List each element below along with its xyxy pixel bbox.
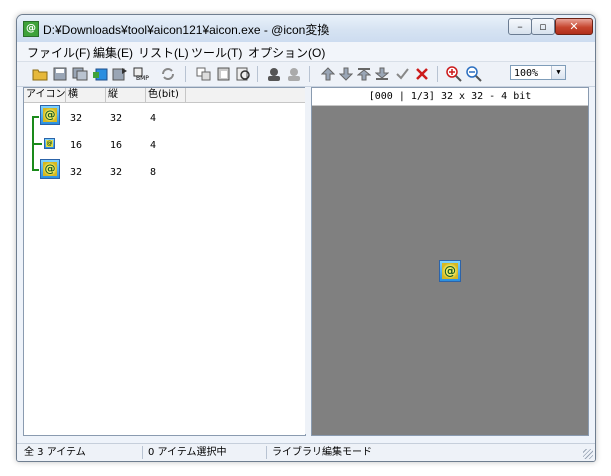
row-height: 32 xyxy=(110,167,123,178)
row-bits: 4 xyxy=(150,113,157,124)
check-icon[interactable] xyxy=(393,65,411,83)
at-icon: @ xyxy=(40,159,60,179)
list-item[interactable]: @ 32 32 8 xyxy=(24,158,305,185)
menu-edit[interactable]: 編集(E) xyxy=(93,44,133,61)
icon-list[interactable]: アイコン… 横 縦 色(bit) @ 32 32 4 @ 16 16 4 @ 3… xyxy=(23,87,306,436)
row-height: 16 xyxy=(110,140,123,151)
preview-at-icon: @ xyxy=(439,260,461,282)
list-item[interactable]: @ 32 32 4 xyxy=(24,104,305,131)
menu-bar: ファイル(F) 編集(E) リスト(L) ツール(T) オプション(O) xyxy=(17,42,595,62)
column-width[interactable]: 横 xyxy=(66,88,106,102)
zoom-value: 100% xyxy=(514,68,539,79)
preview-header: [000 | 1/3] 32 x 32 - 4 bit xyxy=(312,88,588,106)
preview-pane: [000 | 1/3] 32 x 32 - 4 bit @ xyxy=(311,87,589,436)
zoom-page-icon[interactable] xyxy=(235,65,253,83)
app-icon: @ xyxy=(23,21,39,37)
resize-grip[interactable] xyxy=(583,449,593,459)
refresh-icon[interactable] xyxy=(159,65,177,83)
open-folder-icon[interactable] xyxy=(31,65,49,83)
zoom-in-icon[interactable] xyxy=(445,65,463,83)
paste-icon[interactable] xyxy=(215,65,233,83)
zoom-dropdown[interactable]: 100% ▼ xyxy=(510,65,566,80)
move-top-icon[interactable] xyxy=(355,65,373,83)
window-title: D:¥Downloads¥tool¥aicon121¥aicon.exe - @… xyxy=(43,23,330,37)
menu-tools[interactable]: ツール(T) xyxy=(191,44,242,61)
row-width: 32 xyxy=(70,113,83,124)
row-width: 16 xyxy=(70,140,83,151)
move-bottom-icon[interactable] xyxy=(373,65,391,83)
status-mode: ライブラリ編集モード xyxy=(272,447,372,458)
zoom-out-icon[interactable] xyxy=(465,65,483,83)
list-header: アイコン… 横 縦 色(bit) xyxy=(24,88,305,103)
list-item[interactable]: @ 16 16 4 xyxy=(24,131,305,158)
at-icon: @ xyxy=(40,105,60,125)
menu-file[interactable]: ファイル(F) xyxy=(27,44,90,61)
user-gray-icon[interactable] xyxy=(285,65,303,83)
svg-text:BMP: BMP xyxy=(136,75,149,81)
delete-icon[interactable] xyxy=(413,65,431,83)
menu-options[interactable]: オプション(O) xyxy=(248,44,325,61)
minimize-button[interactable]: – xyxy=(508,18,532,35)
move-down-icon[interactable] xyxy=(337,65,355,83)
save-icon[interactable] xyxy=(51,65,69,83)
column-height[interactable]: 縦 xyxy=(106,88,146,102)
column-icon[interactable]: アイコン… xyxy=(24,88,66,102)
row-height: 32 xyxy=(110,113,123,124)
save-all-icon[interactable] xyxy=(71,65,89,83)
export-icon[interactable] xyxy=(111,65,129,83)
move-up-icon[interactable] xyxy=(319,65,337,83)
title-bar[interactable]: @ D:¥Downloads¥tool¥aicon121¥aicon.exe -… xyxy=(17,15,595,43)
status-bar: 全 3 アイテム 0 アイテム選択中 ライブラリ編集モード xyxy=(17,443,595,461)
import-icon[interactable] xyxy=(91,65,109,83)
menu-list[interactable]: リスト(L) xyxy=(138,44,189,61)
app-window: @ D:¥Downloads¥tool¥aicon121¥aicon.exe -… xyxy=(16,14,596,462)
status-selected: 0 アイテム選択中 xyxy=(145,446,267,459)
row-width: 32 xyxy=(70,167,83,178)
chevron-down-icon[interactable]: ▼ xyxy=(551,66,565,79)
convert-icon[interactable]: BMP xyxy=(133,65,151,83)
row-bits: 4 xyxy=(150,140,157,151)
row-bits: 8 xyxy=(150,167,157,178)
at-icon: @ xyxy=(44,138,55,149)
toolbar: BMP 100% ▼ xyxy=(17,62,595,87)
user-icon[interactable] xyxy=(265,65,283,83)
column-bits[interactable]: 色(bit) xyxy=(146,88,186,102)
status-item-count: 全 3 アイテム xyxy=(21,446,143,459)
close-button[interactable]: ✕ xyxy=(555,18,593,35)
copy-icon[interactable] xyxy=(195,65,213,83)
maximize-button[interactable]: ▫ xyxy=(531,18,555,35)
